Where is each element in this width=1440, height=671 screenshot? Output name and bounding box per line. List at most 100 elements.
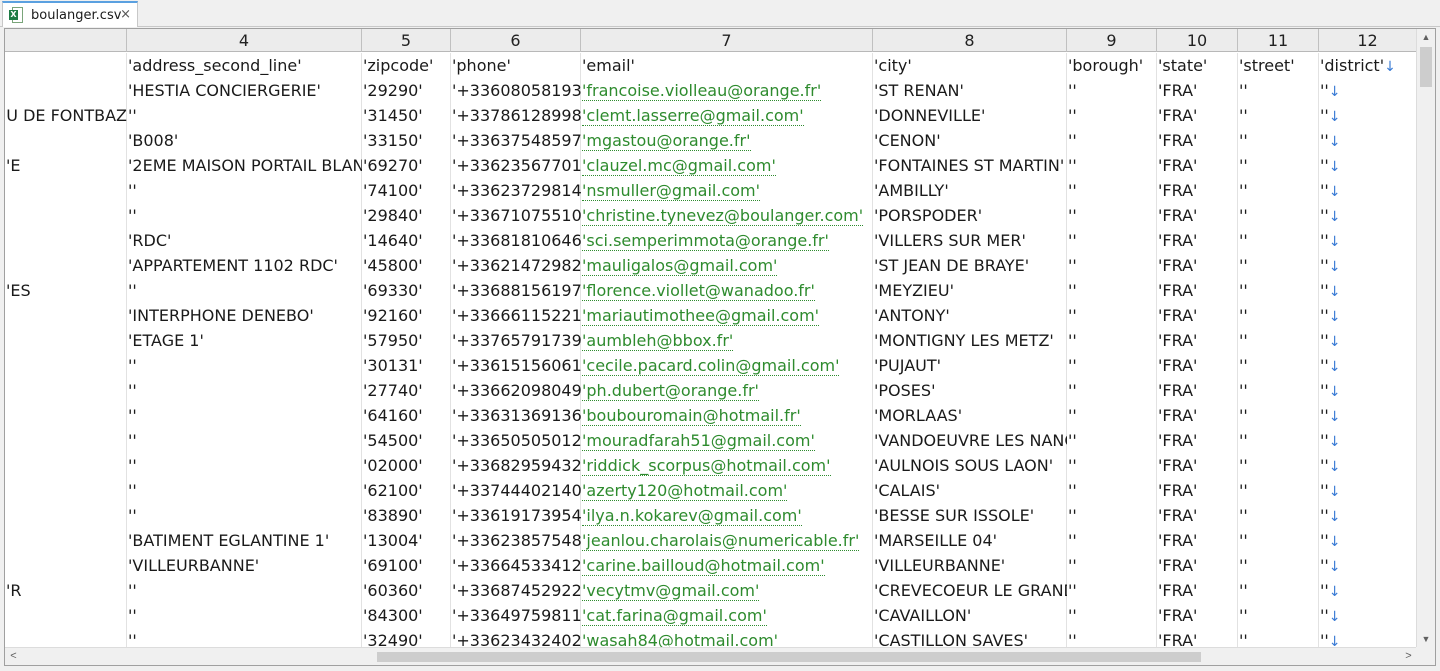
table-cell[interactable]: 'street' [1238,53,1319,78]
table-cell[interactable]: '' [1238,503,1319,528]
table-cell[interactable]: ''↓ [1319,353,1417,378]
column-header[interactable]: 5 [362,29,451,52]
table-cell[interactable]: '' [127,503,362,528]
scroll-down-icon[interactable]: ▼ [1417,631,1435,648]
table-cell[interactable]: '' [1238,103,1319,128]
table-cell[interactable]: 'state' [1157,53,1238,78]
table-cell[interactable]: ''↓ [1319,303,1417,328]
table-cell[interactable]: '' [1238,353,1319,378]
table-cell[interactable]: '30131' [362,353,451,378]
table-cell[interactable]: '' [1238,428,1319,453]
table-cell[interactable]: '' [127,628,362,648]
table-cell[interactable]: '' [127,578,362,603]
table-cell[interactable]: '' [1067,378,1157,403]
table-cell[interactable]: '+33681810646' [451,228,581,253]
table-cell[interactable]: '' [1067,578,1157,603]
table-cell[interactable]: 'wasah84@hotmail.com' [581,628,873,648]
table-cell[interactable]: '29840' [362,203,451,228]
table-cell[interactable]: 'carine.bailloud@hotmail.com' [581,553,873,578]
table-cell[interactable]: '' [1238,128,1319,153]
table-cell[interactable]: 'cat.farina@gmail.com' [581,603,873,628]
table-cell[interactable]: '' [1067,603,1157,628]
table-cell[interactable]: 'FRA' [1157,178,1238,203]
column-header[interactable]: 6 [451,29,581,52]
table-cell[interactable]: '69270' [362,153,451,178]
column-header[interactable]: 4 [127,29,362,52]
table-cell[interactable]: ''↓ [1319,578,1417,603]
table-cell[interactable]: 'mariautimothee@gmail.com' [581,303,873,328]
table-cell[interactable]: ''↓ [1319,203,1417,228]
table-cell[interactable]: 'FRA' [1157,278,1238,303]
table-cell[interactable] [5,178,127,203]
table-cell[interactable]: '' [1238,78,1319,103]
table-cell[interactable] [5,503,127,528]
table-cell[interactable]: 'RDC' [127,228,362,253]
table-cell[interactable]: '' [1238,178,1319,203]
table-row[interactable]: '' '83890' '+33619173954''ilya.n.kokarev@g… [5,503,1417,528]
table-cell[interactable]: 'VILLERS SUR MER' [873,228,1067,253]
table-cell[interactable]: '83890' [362,503,451,528]
table-cell[interactable]: '' [1067,228,1157,253]
table-cell[interactable] [5,403,127,428]
table-cell[interactable]: '' [1238,453,1319,478]
table-row[interactable]: 'HESTIA CONCIERGERIE' '29290' '+3360805819… [5,78,1417,103]
table-cell[interactable]: 'FRA' [1157,103,1238,128]
table-cell[interactable]: 'CREVECOEUR LE GRAND' [873,578,1067,603]
table-cell[interactable]: '' [127,103,362,128]
table-cell[interactable]: 'mauligalos@gmail.com' [581,253,873,278]
table-cell[interactable]: 'cecile.pacard.colin@gmail.com' [581,353,873,378]
table-row[interactable]: '' '64160' '+33631369136''boubouromain@hot… [5,403,1417,428]
table-cell[interactable]: 'city' [873,53,1067,78]
table-row[interactable]: '' '27740' '+33662098049''ph.dubert@orange… [5,378,1417,403]
table-cell[interactable]: '33150' [362,128,451,153]
table-cell[interactable]: '' [1067,403,1157,428]
table-cell[interactable]: E' [5,153,127,178]
table-cell[interactable] [5,328,127,353]
table-cell[interactable] [5,528,127,553]
table-cell[interactable]: 'FRA' [1157,128,1238,153]
table-cell[interactable]: 'FRA' [1157,503,1238,528]
table-cell[interactable] [5,453,127,478]
table-cell[interactable]: 'clauzel.mc@gmail.com' [581,153,873,178]
table-cell[interactable]: 'CALAIS' [873,478,1067,503]
table-cell[interactable]: 'mgastou@orange.fr' [581,128,873,153]
table-cell[interactable]: 'MEYZIEU' [873,278,1067,303]
column-header[interactable]: 7 [581,29,873,52]
table-cell[interactable]: ''↓ [1319,128,1417,153]
table-cell[interactable]: 'FRA' [1157,253,1238,278]
table-row[interactable]: U DE FONTBAZ''''31450''+33786128998''cle… [5,103,1417,128]
table-cell[interactable]: 'FRA' [1157,228,1238,253]
table-cell[interactable]: 'mouradfarah51@gmail.com' [581,428,873,453]
table-cell[interactable]: 'FRA' [1157,303,1238,328]
table-row[interactable]: '' '32490' '+33623432402''wasah84@hotmail.… [5,628,1417,648]
table-cell[interactable]: 'ph.dubert@orange.fr' [581,378,873,403]
table-cell[interactable]: 'VANDOEUVRE LES NANCY' [873,428,1067,453]
table-cell[interactable]: 'POSES' [873,378,1067,403]
table-cell[interactable]: '+33688156197' [451,278,581,303]
table-cell[interactable]: '' [1067,428,1157,453]
table-cell[interactable]: '02000' [362,453,451,478]
table-cell[interactable]: 'HESTIA CONCIERGERIE' [127,78,362,103]
table-cell[interactable] [5,428,127,453]
table-cell[interactable]: 'FRA' [1157,578,1238,603]
table-cell[interactable]: 'FRA' [1157,203,1238,228]
table-cell[interactable]: '' [1238,328,1319,353]
table-cell[interactable]: '' [1238,528,1319,553]
table-cell[interactable]: '+33786128998' [451,103,581,128]
table-row[interactable]: R' '' '60360' '+33687452922''vecytmv@gmail.… [5,578,1417,603]
table-cell[interactable]: 'ST JEAN DE BRAYE' [873,253,1067,278]
table-row[interactable]: 'RDC' '14640' '+33681810646''sci.semperimm… [5,228,1417,253]
table-cell[interactable]: 'FRA' [1157,378,1238,403]
table-cell[interactable]: '' [127,378,362,403]
table-cell[interactable]: '13004' [362,528,451,553]
table-cell[interactable]: ''↓ [1319,428,1417,453]
table-cell[interactable]: '' [127,428,362,453]
table-cell[interactable]: 'ETAGE 1' [127,328,362,353]
table-cell[interactable]: 'CENON' [873,128,1067,153]
table-cell[interactable]: 'phone' [451,53,581,78]
table-cell[interactable]: 'borough' [1067,53,1157,78]
table-cell[interactable]: '' [127,278,362,303]
table-cell[interactable]: '' [1238,478,1319,503]
table-row[interactable]: 'APPARTEMENT 1102 RDC' '45800' '+336214729… [5,253,1417,278]
table-cell[interactable] [5,303,127,328]
